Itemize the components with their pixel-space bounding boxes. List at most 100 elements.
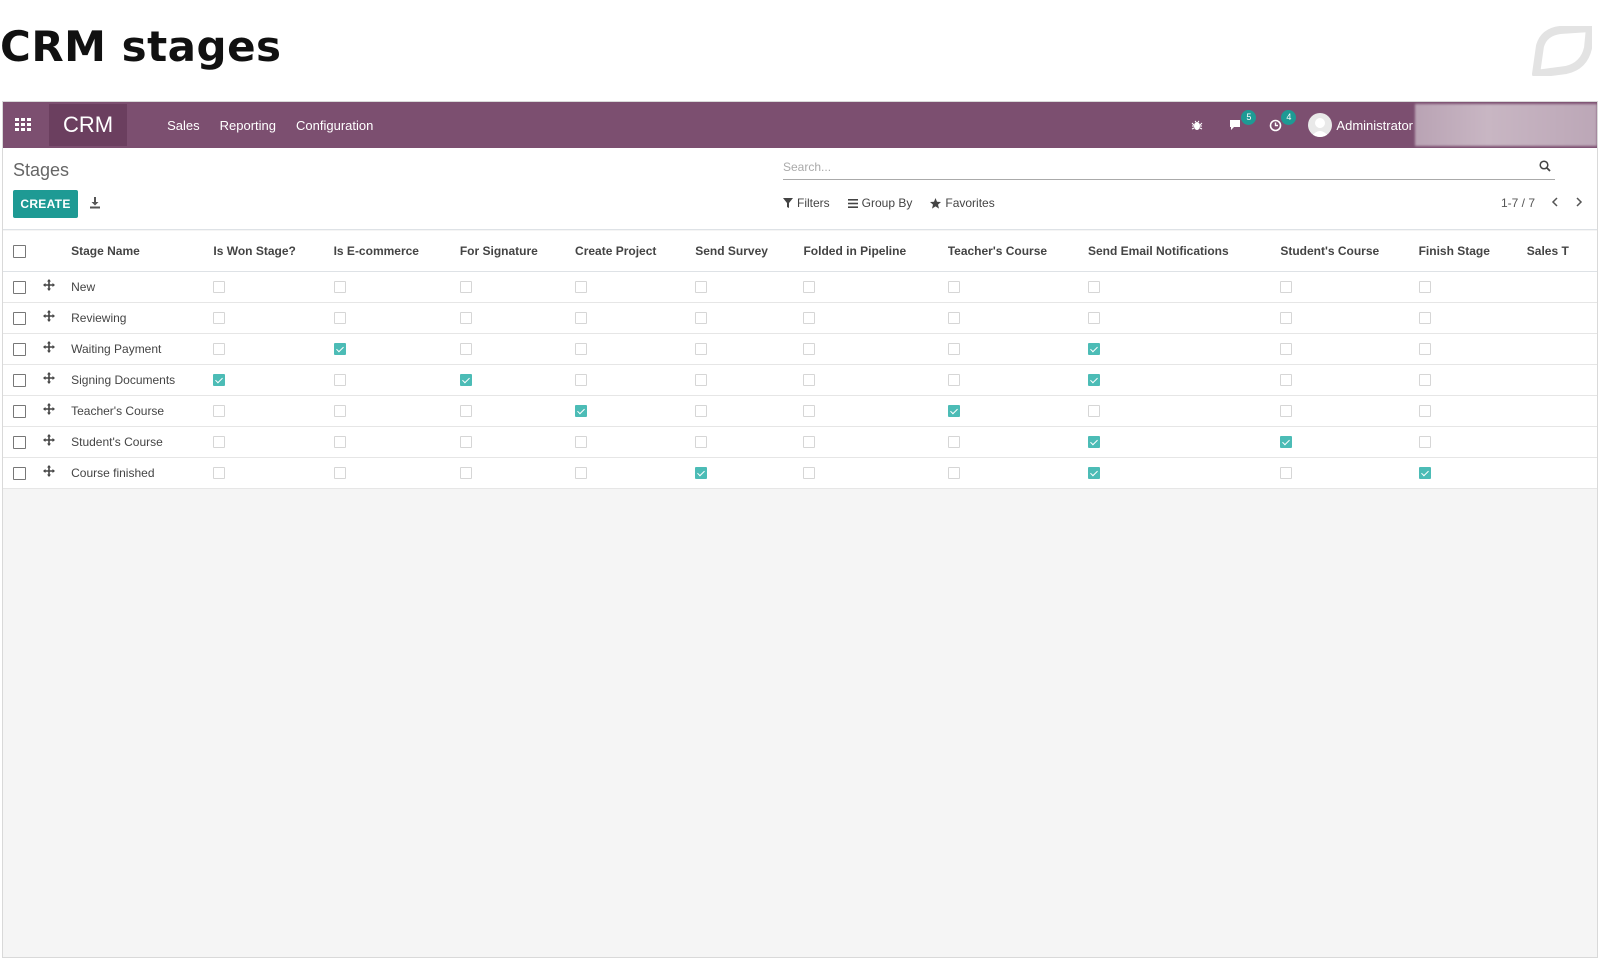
flag-checkbox[interactable] xyxy=(213,405,226,418)
flag-checkbox[interactable] xyxy=(459,374,472,387)
menu-item-reporting[interactable]: Reporting xyxy=(220,118,276,133)
flag-checkbox[interactable] xyxy=(459,436,472,449)
flag-checkbox[interactable] xyxy=(333,467,346,480)
row-select-checkbox[interactable] xyxy=(13,311,26,325)
drag-handle-icon[interactable] xyxy=(43,372,56,387)
flag-checkbox[interactable] xyxy=(1418,467,1431,480)
flag-checkbox[interactable] xyxy=(1280,436,1293,449)
flag-checkbox[interactable] xyxy=(1087,374,1100,387)
flag-checkbox[interactable] xyxy=(1418,281,1431,294)
flag-checkbox[interactable] xyxy=(695,436,708,449)
column-header[interactable]: Create Project xyxy=(575,231,696,272)
flag-checkbox[interactable] xyxy=(1418,374,1431,387)
row-select-checkbox[interactable] xyxy=(13,342,26,356)
flag-checkbox[interactable] xyxy=(1280,343,1293,356)
export-button[interactable] xyxy=(89,196,101,214)
column-header[interactable]: Sales T xyxy=(1526,231,1597,272)
column-header[interactable]: Stage Name xyxy=(71,231,214,272)
stage-name-cell[interactable]: Teacher's Course xyxy=(71,395,214,427)
flag-checkbox[interactable] xyxy=(575,281,588,294)
stage-name-cell[interactable]: Waiting Payment xyxy=(71,333,214,365)
flag-checkbox[interactable] xyxy=(459,281,472,294)
flag-checkbox[interactable] xyxy=(1418,312,1431,325)
stage-name-cell[interactable]: New xyxy=(71,271,214,303)
messages-button[interactable]: 5 xyxy=(1229,110,1257,131)
stage-name-cell[interactable]: Signing Documents xyxy=(71,364,214,396)
column-header[interactable]: Student's Course xyxy=(1280,231,1419,272)
flag-checkbox[interactable] xyxy=(333,436,346,449)
flag-checkbox[interactable] xyxy=(213,281,226,294)
table-row[interactable]: New xyxy=(3,271,1597,303)
flag-checkbox[interactable] xyxy=(947,312,960,325)
flag-checkbox[interactable] xyxy=(333,374,346,387)
flag-checkbox[interactable] xyxy=(803,343,816,356)
app-name[interactable]: CRM xyxy=(49,104,128,146)
flag-checkbox[interactable] xyxy=(947,467,960,480)
drag-handle-icon[interactable] xyxy=(43,341,56,356)
flag-checkbox[interactable] xyxy=(803,405,816,418)
flag-checkbox[interactable] xyxy=(947,343,960,356)
flag-checkbox[interactable] xyxy=(575,467,588,480)
stage-name-cell[interactable]: Reviewing xyxy=(71,302,214,334)
apps-menu-button[interactable] xyxy=(3,102,43,148)
flag-checkbox[interactable] xyxy=(333,281,346,294)
flag-checkbox[interactable] xyxy=(1087,436,1100,449)
search-input[interactable] xyxy=(783,156,1523,178)
activities-button[interactable]: 4 xyxy=(1269,109,1297,132)
pager-next-button[interactable] xyxy=(1575,196,1583,210)
drag-handle-icon[interactable] xyxy=(43,403,56,418)
flag-checkbox[interactable] xyxy=(459,312,472,325)
flag-checkbox[interactable] xyxy=(213,374,226,387)
drag-handle-icon[interactable] xyxy=(43,434,56,449)
column-header[interactable]: Is E-commerce xyxy=(333,231,460,272)
column-header[interactable]: For Signature xyxy=(459,231,576,272)
user-menu[interactable]: Administrator xyxy=(1336,118,1413,133)
flag-checkbox[interactable] xyxy=(947,436,960,449)
flag-checkbox[interactable] xyxy=(1280,405,1293,418)
flag-checkbox[interactable] xyxy=(1418,343,1431,356)
table-row[interactable]: Reviewing xyxy=(3,302,1597,334)
column-header[interactable]: Folded in Pipeline xyxy=(803,231,948,272)
select-all-checkbox[interactable] xyxy=(13,244,26,258)
flag-checkbox[interactable] xyxy=(575,312,588,325)
row-select-checkbox[interactable] xyxy=(13,280,26,294)
flag-checkbox[interactable] xyxy=(1087,405,1100,418)
flag-checkbox[interactable] xyxy=(333,343,346,356)
flag-checkbox[interactable] xyxy=(695,312,708,325)
flag-checkbox[interactable] xyxy=(575,343,588,356)
flag-checkbox[interactable] xyxy=(695,405,708,418)
row-select-checkbox[interactable] xyxy=(13,404,26,418)
flag-checkbox[interactable] xyxy=(333,312,346,325)
column-header[interactable]: Send Email Notifications xyxy=(1087,231,1281,272)
flag-checkbox[interactable] xyxy=(1280,374,1293,387)
table-row[interactable]: Course finished xyxy=(3,457,1597,489)
flag-checkbox[interactable] xyxy=(575,374,588,387)
flag-checkbox[interactable] xyxy=(1087,467,1100,480)
pager-previous-button[interactable] xyxy=(1551,196,1559,210)
column-header[interactable]: Send Survey xyxy=(695,231,804,272)
row-select-checkbox[interactable] xyxy=(13,373,26,387)
flag-checkbox[interactable] xyxy=(213,467,226,480)
flag-checkbox[interactable] xyxy=(803,312,816,325)
flag-checkbox[interactable] xyxy=(803,467,816,480)
flag-checkbox[interactable] xyxy=(575,436,588,449)
table-row[interactable]: Student's Course xyxy=(3,426,1597,458)
stage-name-cell[interactable]: Student's Course xyxy=(71,426,214,458)
flag-checkbox[interactable] xyxy=(947,405,960,418)
flag-checkbox[interactable] xyxy=(213,436,226,449)
flag-checkbox[interactable] xyxy=(803,436,816,449)
column-header[interactable]: Finish Stage xyxy=(1418,231,1527,272)
table-row[interactable]: Teacher's Course xyxy=(3,395,1597,427)
table-row[interactable]: Waiting Payment xyxy=(3,333,1597,365)
flag-checkbox[interactable] xyxy=(459,405,472,418)
flag-checkbox[interactable] xyxy=(695,281,708,294)
row-select-checkbox[interactable] xyxy=(13,466,26,480)
flag-checkbox[interactable] xyxy=(213,343,226,356)
menu-item-configuration[interactable]: Configuration xyxy=(296,118,373,133)
flag-checkbox[interactable] xyxy=(695,343,708,356)
flag-checkbox[interactable] xyxy=(947,374,960,387)
flag-checkbox[interactable] xyxy=(1280,467,1293,480)
stage-name-cell[interactable]: Course finished xyxy=(71,457,214,489)
group-by-toggle[interactable]: Group By xyxy=(847,196,912,210)
pager-value[interactable]: 1-7 / 7 xyxy=(1501,196,1535,210)
